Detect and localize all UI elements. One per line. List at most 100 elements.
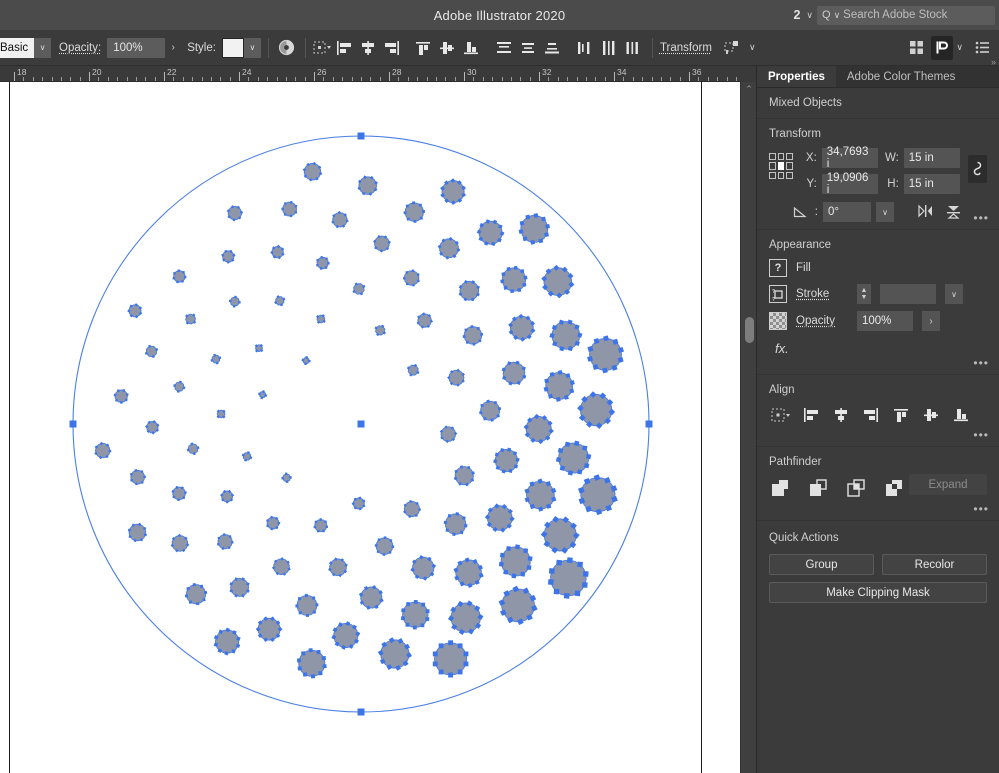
anchor-point[interactable] <box>577 561 583 568</box>
anchor-point[interactable] <box>503 285 508 290</box>
gear-shape[interactable] <box>91 439 114 462</box>
anchor-point[interactable] <box>581 582 588 588</box>
anchor-point[interactable] <box>486 399 490 404</box>
anchor-point[interactable] <box>522 282 527 287</box>
anchor-point[interactable] <box>113 393 117 397</box>
anchor-point[interactable] <box>463 661 469 667</box>
fill-swatch[interactable]: ? <box>769 259 787 277</box>
anchor-point[interactable] <box>432 661 438 667</box>
anchor-point[interactable] <box>192 582 196 587</box>
gear-shape[interactable] <box>214 407 229 422</box>
ref-point-center[interactable] <box>777 162 785 170</box>
anchor-point[interactable] <box>582 571 589 577</box>
tab-adobe-color-themes[interactable]: Adobe Color Themes <box>836 66 966 87</box>
distribute-bottom-icon[interactable] <box>540 36 564 60</box>
distribute-right-icon[interactable] <box>621 36 645 60</box>
anchor-point[interactable] <box>199 584 204 588</box>
bounding-anchor-point[interactable] <box>645 420 653 428</box>
anchor-point[interactable] <box>317 529 320 533</box>
document-dropdown-caret-icon[interactable]: ∨ <box>806 10 813 20</box>
gear-shape[interactable] <box>477 398 503 424</box>
anchor-point[interactable] <box>319 267 323 270</box>
rotation-angle-input[interactable]: 0° <box>823 202 871 222</box>
anchor-point[interactable] <box>527 556 533 562</box>
gear-shape[interactable] <box>295 593 319 617</box>
gear-shape[interactable] <box>474 216 508 250</box>
bounding-anchor-point[interactable] <box>69 420 77 428</box>
center-anchor-point[interactable] <box>357 420 365 428</box>
y-input[interactable]: 19,0906 i <box>821 172 878 196</box>
ref-point-mr[interactable] <box>786 162 793 170</box>
style-dropdown[interactable]: ∨ <box>243 37 261 58</box>
gear-shape[interactable] <box>519 409 559 449</box>
ref-point-tl[interactable] <box>769 153 776 161</box>
gear-shape[interactable] <box>252 612 287 647</box>
anchor-point[interactable] <box>500 279 505 284</box>
anchor-point[interactable] <box>374 544 378 547</box>
exclude-icon[interactable] <box>883 476 905 500</box>
anchor-point[interactable] <box>438 669 444 675</box>
anchor-point[interactable] <box>518 229 524 234</box>
pathfinder-more-options[interactable]: ••• <box>973 503 989 515</box>
anchor-point[interactable] <box>284 202 287 205</box>
gear-shape[interactable] <box>480 498 519 537</box>
anchor-point[interactable] <box>556 559 562 566</box>
gear-shape[interactable] <box>372 322 388 338</box>
distribute-center-horizontal-icon[interactable] <box>597 36 621 60</box>
anchor-point[interactable] <box>238 300 241 304</box>
gear-shape[interactable] <box>350 280 368 298</box>
anchor-point[interactable] <box>464 328 468 332</box>
transform-more-options[interactable]: ••• <box>973 212 989 224</box>
anchor-point[interactable] <box>499 552 505 558</box>
anchor-point[interactable] <box>316 649 321 655</box>
anchor-point[interactable] <box>177 269 181 272</box>
gear-shape[interactable] <box>498 543 534 580</box>
canvas-artboard[interactable] <box>0 82 740 773</box>
anchor-point[interactable] <box>582 445 588 451</box>
gear-shape[interactable] <box>373 632 417 676</box>
anchor-point[interactable] <box>281 476 284 480</box>
anchor-point[interactable] <box>289 214 293 218</box>
recolor-artwork-icon[interactable] <box>276 36 298 60</box>
anchor-point[interactable] <box>176 280 179 284</box>
anchor-point[interactable] <box>406 217 410 221</box>
anchor-point[interactable] <box>324 266 328 269</box>
gear-shape[interactable] <box>143 343 160 360</box>
gear-shape[interactable] <box>226 574 253 601</box>
anchor-point[interactable] <box>298 611 302 615</box>
align-bottom-icon[interactable] <box>459 36 483 60</box>
anchor-point[interactable] <box>564 441 571 448</box>
anchor-point[interactable] <box>557 447 564 454</box>
anchor-point[interactable] <box>124 398 128 402</box>
gear-shape[interactable] <box>573 470 623 519</box>
gear-shape[interactable] <box>325 554 351 580</box>
anchor-point[interactable] <box>513 265 518 270</box>
stroke-weight-input[interactable] <box>880 284 936 304</box>
ref-point-bc[interactable] <box>777 171 785 179</box>
anchor-point[interactable] <box>522 236 528 242</box>
panel-align-left-icon[interactable] <box>799 404 823 426</box>
anchor-point[interactable] <box>316 263 319 267</box>
ref-point-tr[interactable] <box>786 153 793 161</box>
gear-shape[interactable] <box>172 269 187 284</box>
anchor-point[interactable] <box>510 289 515 294</box>
gear-shape[interactable] <box>170 484 188 503</box>
panel-align-center-horizontal-icon[interactable] <box>829 404 853 426</box>
gear-shape[interactable] <box>301 356 311 366</box>
anchor-point[interactable] <box>476 326 480 330</box>
anchor-point[interactable] <box>472 342 476 346</box>
gear-shape[interactable] <box>504 309 541 346</box>
anchor-point[interactable] <box>320 256 323 259</box>
anchor-point[interactable] <box>382 553 386 556</box>
anchor-point[interactable] <box>315 603 319 607</box>
anchor-point[interactable] <box>548 568 555 574</box>
gear-shape[interactable] <box>498 357 530 389</box>
anchor-point[interactable] <box>312 596 316 600</box>
anchor-point[interactable] <box>295 604 299 608</box>
anchor-point[interactable] <box>297 666 302 671</box>
anchor-point[interactable] <box>526 565 532 571</box>
stroke-swatch[interactable]: ? ? <box>769 285 787 303</box>
document-count[interactable]: 2 <box>791 8 802 22</box>
gear-shape[interactable] <box>316 256 330 270</box>
gear-shape[interactable] <box>355 581 388 614</box>
